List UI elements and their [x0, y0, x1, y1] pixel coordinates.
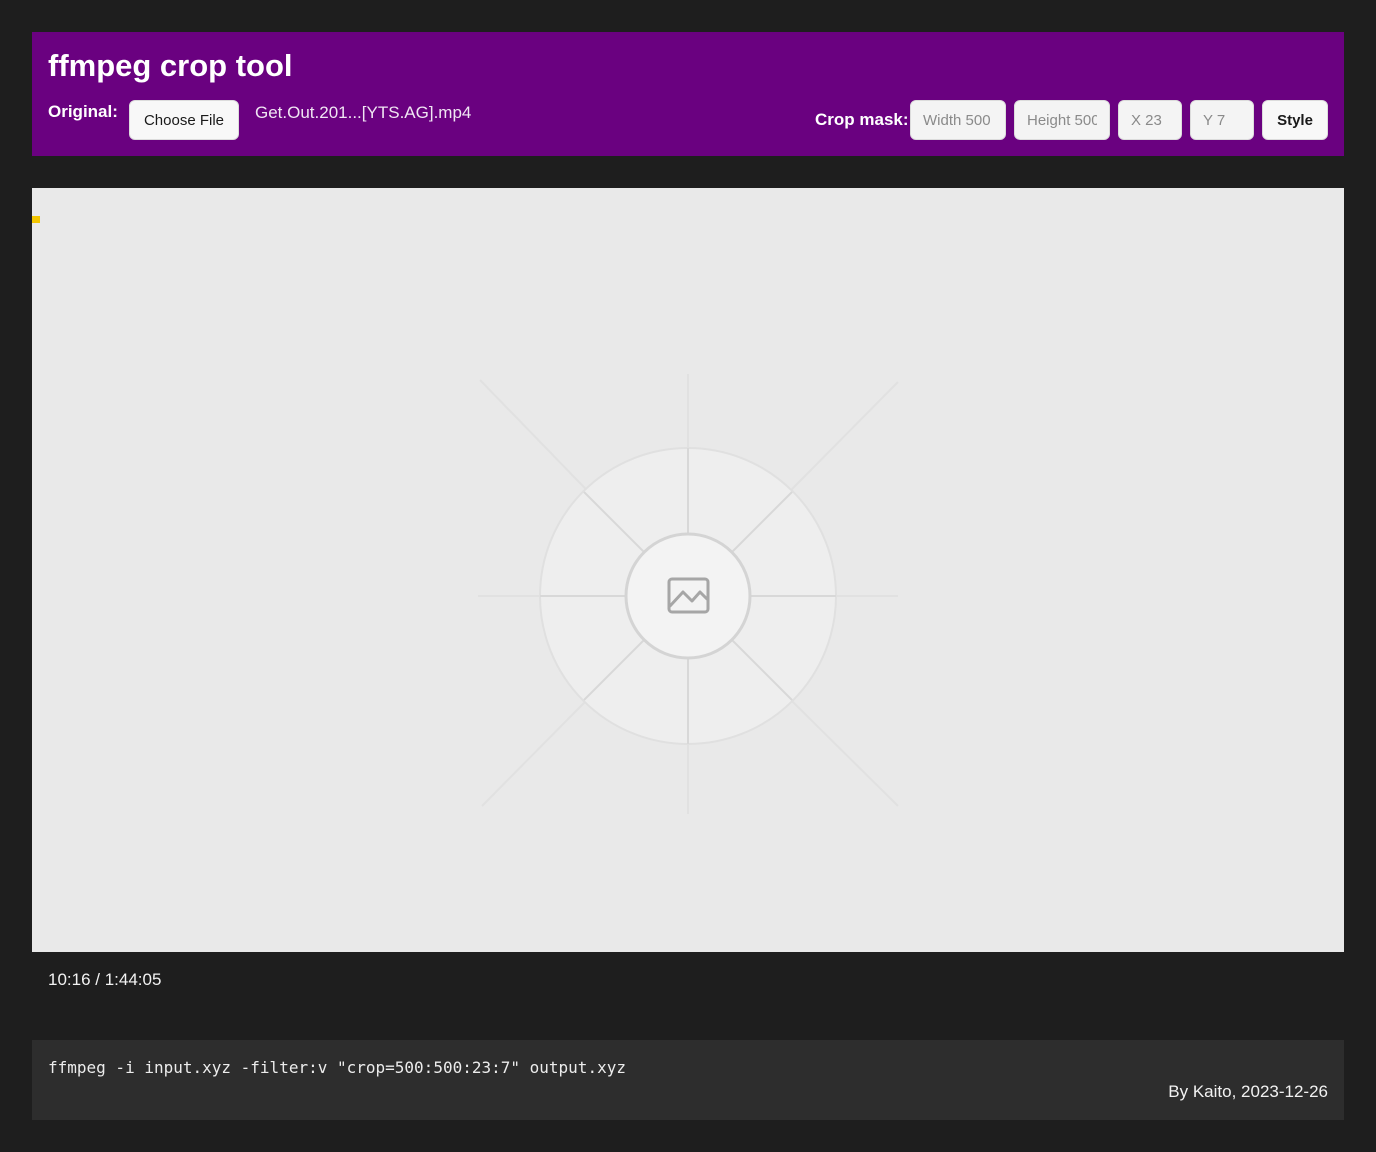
style-button[interactable]: Style [1262, 100, 1328, 140]
crop-mask-marker[interactable] [32, 216, 40, 223]
app-title: ffmpeg crop tool [48, 48, 293, 83]
playback-time: 10:16 / 1:44:05 [48, 970, 162, 989]
crop-width-input[interactable] [910, 100, 1006, 140]
video-placeholder [478, 374, 899, 814]
crop-height-input[interactable] [1014, 100, 1110, 140]
selected-file-name: Get.Out.201...[YTS.AG].mp4 [255, 103, 472, 122]
crop-y-input[interactable] [1190, 100, 1254, 140]
header-bar: ffmpeg crop tool Original: Choose File G… [32, 32, 1344, 156]
author-credit: By Kaito, 2023-12-26 [1168, 1082, 1328, 1101]
crop-x-input[interactable] [1118, 100, 1182, 140]
original-label: Original: [48, 102, 118, 121]
ffmpeg-command: ffmpeg -i input.xyz -filter:v "crop=500:… [48, 1058, 626, 1077]
video-preview[interactable] [32, 188, 1344, 952]
choose-file-button[interactable]: Choose File [129, 100, 239, 140]
crop-mask-label: Crop mask: [815, 110, 909, 129]
command-output: ffmpeg -i input.xyz -filter:v "crop=500:… [32, 1040, 1344, 1120]
